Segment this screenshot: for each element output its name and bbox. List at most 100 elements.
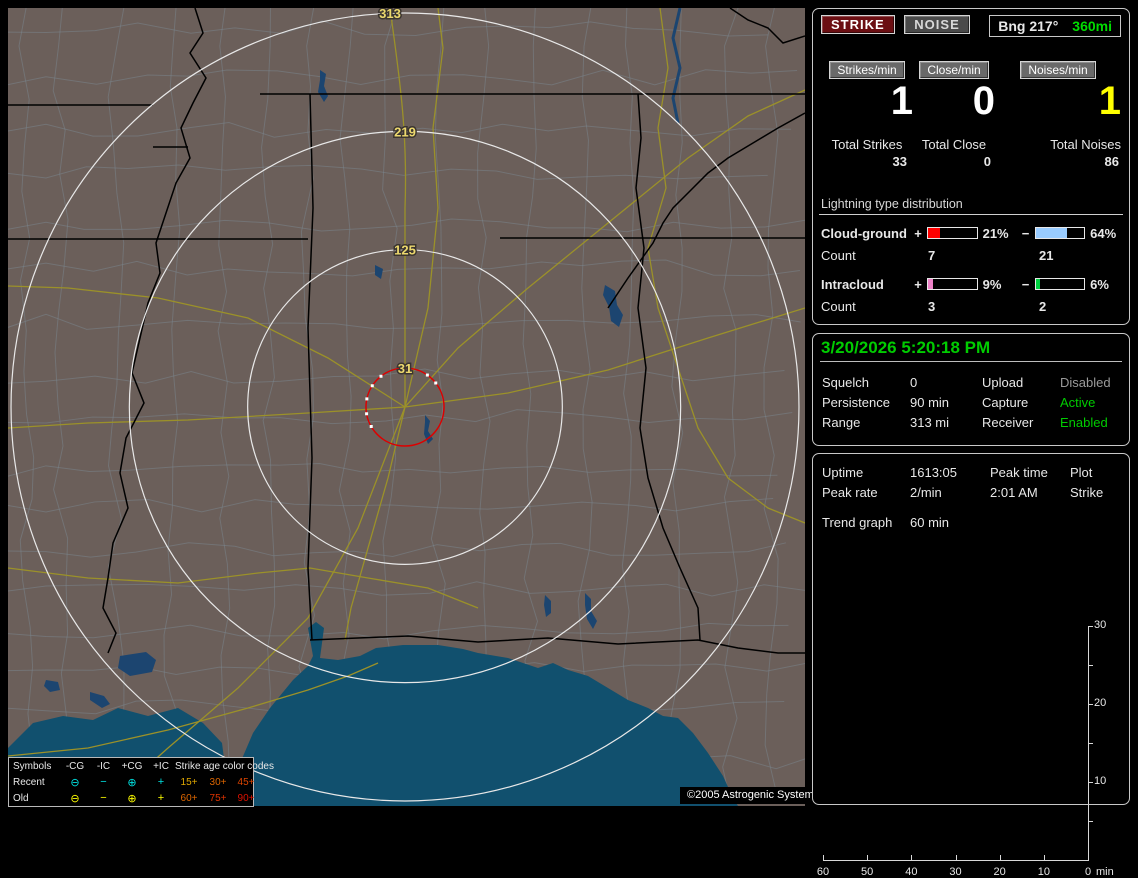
cg-positive-pct: 21% (982, 225, 1009, 241)
legend-pic-label: +IC (153, 760, 169, 772)
legend-ncg-label: -CG (65, 760, 85, 772)
cg-negative-pct: 64% (1090, 225, 1117, 241)
ring-label-219: 219 (394, 124, 416, 139)
peak-time-label: Peak time (990, 464, 1048, 480)
persistence-label: Persistence (822, 394, 890, 410)
noise-mode-button[interactable]: NOISE (904, 15, 970, 34)
trend-y-tick-30: 30 (1094, 619, 1107, 631)
bearing-range-readout: Bng 217° 360mi (989, 15, 1121, 37)
pos-cg-recent-icon: ⊕ (127, 776, 137, 789)
plot-label: Plot (1070, 464, 1093, 480)
trend-x-axis (823, 860, 1089, 861)
ic-negative-count: 2 (1039, 298, 1047, 314)
strike-legend: Symbols -CG -IC +CG +IC Strike age color… (8, 757, 274, 807)
ic-positive-bar-fill (928, 279, 934, 289)
strikes-per-min-value: 1 (890, 79, 913, 123)
trend-x-unit-label: min (1096, 866, 1114, 878)
status-panel: 3/20/2026 5:20:18 PM Squelch 0 Upload Di… (812, 333, 1130, 446)
map-graphic: 313 219 125 31 (8, 8, 805, 806)
ic-positive-count: 3 (928, 298, 936, 314)
strikes-per-min-button[interactable]: Strikes/min (829, 61, 905, 79)
uptime-label: Uptime (822, 464, 864, 480)
capture-label: Capture (982, 394, 1029, 410)
total-strikes-value: 33 (892, 154, 907, 169)
cg-positive-count: 7 (928, 247, 936, 263)
ic-count-label: Count (821, 298, 856, 314)
plus-sign: + (914, 225, 922, 241)
minus-sign: − (1021, 276, 1030, 292)
legend-age-title: Strike age color codes (175, 760, 274, 772)
noises-per-min-value: 1 (1098, 79, 1121, 123)
trend-x-tick-40: 40 (905, 866, 918, 878)
trend-x-tick-20: 20 (993, 866, 1006, 878)
legend-pcg-label: +CG (121, 760, 143, 772)
ic-positive-pct: 9% (982, 276, 1002, 292)
cloud-ground-label: Cloud-ground (821, 225, 907, 241)
legend-symbols-label: Symbols (13, 760, 52, 772)
ring-label-313: 313 (379, 8, 401, 21)
uptime-value: 1613:05 (910, 464, 957, 480)
age-90-label: 90+ (237, 792, 255, 804)
trend-x-tick-50: 50 (861, 866, 874, 878)
ic-negative-bar (1034, 278, 1086, 290)
pos-ic-recent-icon: + (157, 776, 165, 788)
noises-per-min-button[interactable]: Noises/min (1020, 61, 1096, 79)
legend-old-row: Old ⊖ − ⊕ + 60+ 75+ 90+ (9, 790, 254, 806)
total-close-label: Total Close (921, 137, 987, 152)
peak-time-value: 2:01 AM (990, 484, 1038, 500)
age-60-label: 60+ (180, 792, 198, 804)
neg-ic-recent-icon: − (100, 776, 107, 788)
divider (820, 361, 1122, 362)
squelch-label: Squelch (822, 374, 869, 390)
info-panel: Uptime 1613:05 Peak time Plot Peak rate … (812, 453, 1130, 878)
map-canvas[interactable]: 313 219 125 31 Symbols -CG -IC +CG +IC Stri… (8, 8, 827, 807)
cg-negative-bar-fill (1035, 228, 1067, 238)
legend-old-label: Old (13, 792, 29, 804)
receiver-label: Receiver (982, 414, 1034, 430)
trend-x-tick-60: 60 (816, 866, 830, 878)
legend-recent-row: Recent ⊖ − ⊕ + 15+ 30+ 45+ (9, 774, 254, 790)
peak-rate-label: Peak rate (822, 484, 878, 500)
cg-positive-bar-fill (928, 228, 941, 238)
legend-header-row: Symbols -CG -IC +CG +IC Strike age color… (9, 758, 274, 774)
plot-mode-value: Strike (1070, 484, 1104, 500)
neg-cg-recent-icon: ⊖ (70, 776, 80, 789)
trend-x-tick-10: 10 (1037, 866, 1050, 878)
range-setting-value: 313 mi (910, 414, 950, 430)
age-45-label: 45+ (237, 776, 255, 788)
receiver-status: Enabled (1060, 414, 1108, 430)
squelch-value: 0 (910, 374, 918, 390)
trend-y-tick-20: 20 (1094, 697, 1107, 709)
age-30-label: 30+ (209, 776, 227, 788)
plus-sign: + (914, 276, 922, 292)
cg-negative-count: 21 (1039, 247, 1054, 263)
capture-status: Active (1060, 394, 1096, 410)
persistence-value: 90 min (910, 394, 950, 410)
total-noises-value: 86 (1104, 154, 1119, 169)
age-75-label: 75+ (209, 792, 227, 804)
neg-ic-old-icon: − (100, 792, 107, 804)
peak-rate-value: 2/min (910, 484, 942, 500)
upload-status: Disabled (1060, 374, 1111, 390)
legend-nic-label: -IC (96, 760, 111, 772)
trend-graph: 30 20 10 60 50 40 30 20 10 0 min (813, 536, 1129, 878)
neg-cg-old-icon: ⊖ (70, 792, 80, 805)
trend-graph-value: 60 min (910, 514, 950, 530)
cg-positive-bar (927, 227, 978, 239)
bearing-value: Bng 217° (998, 18, 1059, 34)
ic-negative-pct: 6% (1090, 276, 1109, 292)
strike-mode-button[interactable]: STRIKE (821, 15, 895, 34)
cg-negative-bar (1034, 227, 1086, 239)
minus-sign: − (1021, 225, 1030, 241)
close-per-min-value: 0 (972, 79, 995, 123)
legend-recent-label: Recent (13, 776, 45, 788)
trend-y-tick-10: 10 (1094, 775, 1107, 787)
datetime-display: 3/20/2026 5:20:18 PM (821, 338, 991, 357)
stats-panel: STRIKE NOISE Bng 217° 360mi Strikes/min C… (812, 8, 1130, 325)
intracloud-label: Intracloud (821, 276, 884, 292)
cg-count-label: Count (821, 247, 856, 263)
total-strikes-label: Total Strikes (831, 137, 903, 152)
total-noises-label: Total Noises (1050, 137, 1121, 152)
total-close-value: 0 (983, 154, 991, 169)
close-per-min-button[interactable]: Close/min (919, 61, 989, 79)
